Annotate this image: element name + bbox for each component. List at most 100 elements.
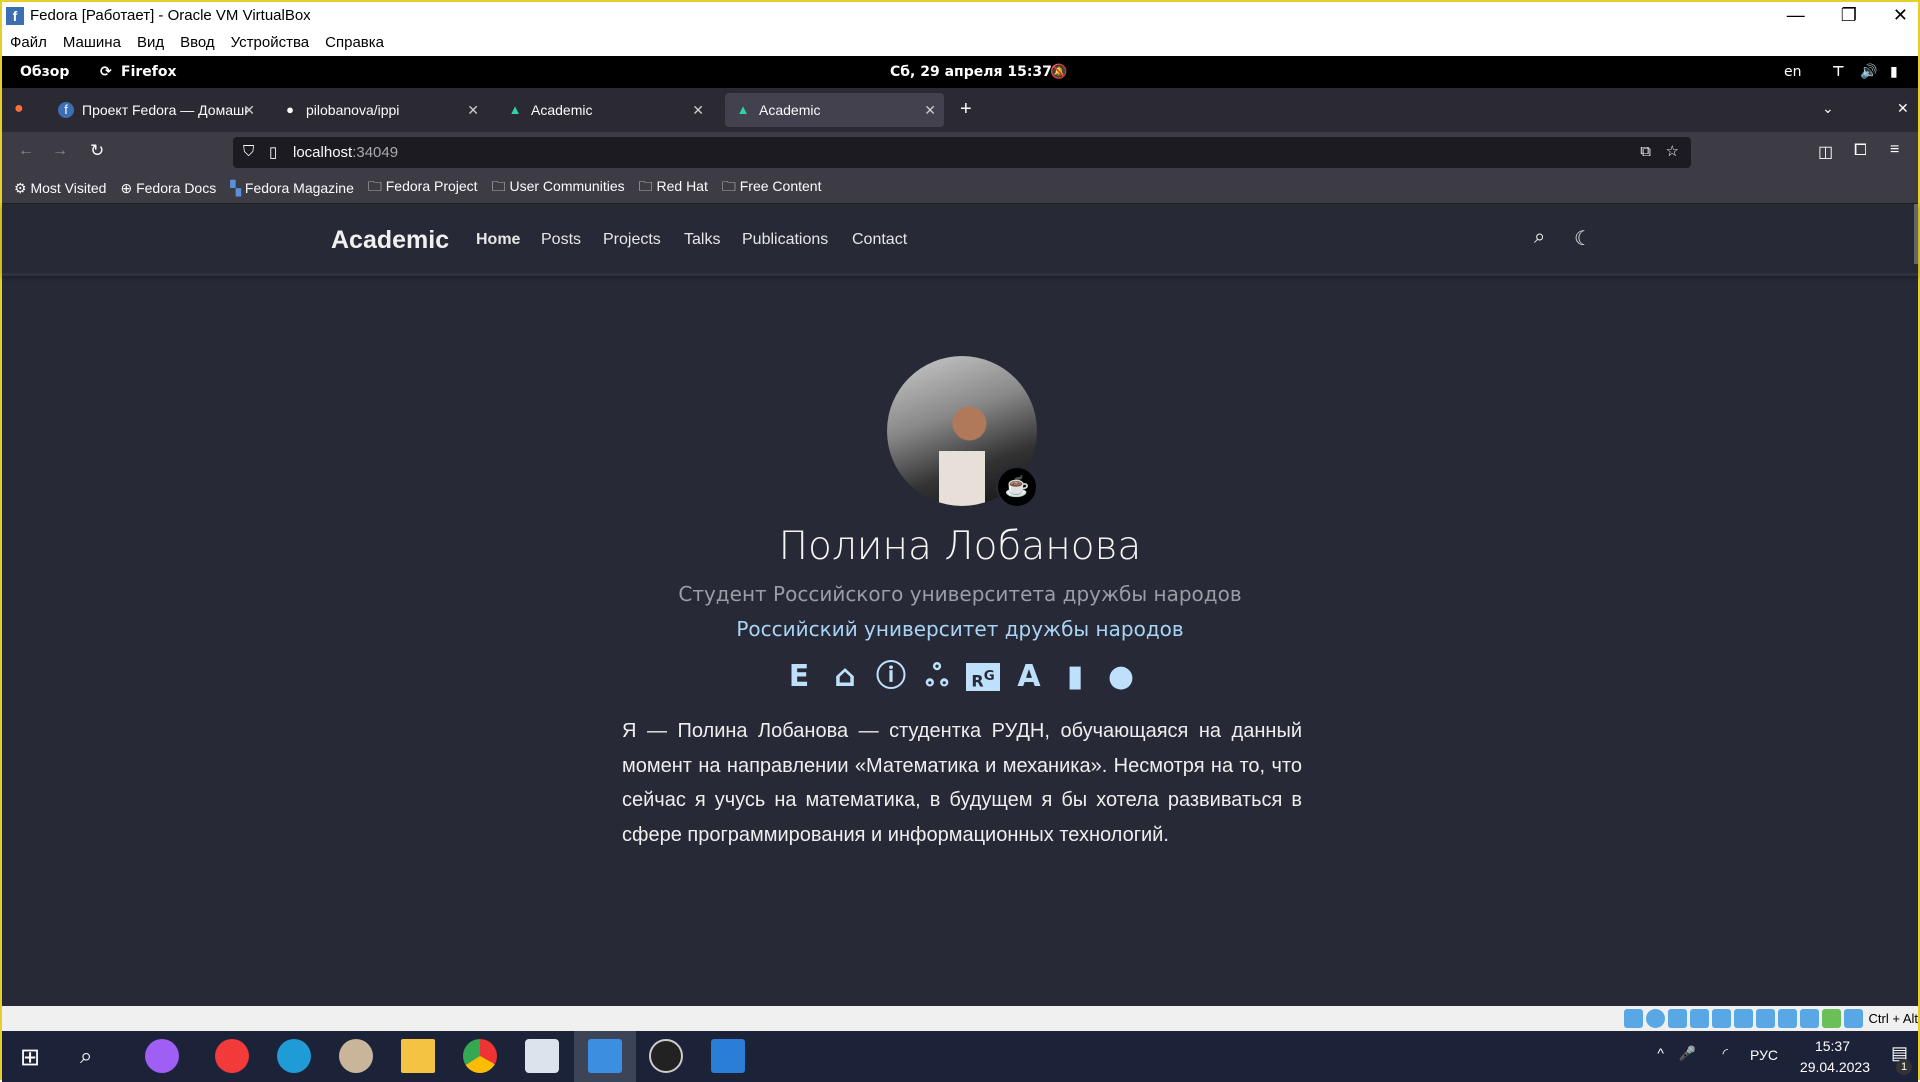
alice-icon[interactable]: [145, 1039, 179, 1073]
academia-icon[interactable]: A: [1012, 659, 1046, 695]
microphone-icon[interactable]: 🎤: [1679, 1045, 1696, 1062]
minimize-button[interactable]: —: [1787, 2, 1805, 29]
bell-muted-icon: 🔕: [1050, 64, 1068, 80]
nav-publications[interactable]: Publications: [742, 231, 828, 249]
profile-organization[interactable]: Российский университет дружбы народов: [2, 617, 1918, 641]
keyboard-language[interactable]: en: [1784, 64, 1802, 80]
menu-help[interactable]: Справка: [325, 34, 384, 51]
network-icon[interactable]: ⊤: [1832, 64, 1845, 80]
fedora-vm-taskbar-item[interactable]: [574, 1031, 636, 1082]
input-language[interactable]: РУС: [1750, 1047, 1778, 1063]
github-icon[interactable]: ●: [1104, 659, 1138, 695]
url-bar[interactable]: ⛉ ▯ localhost:34049 ⧉ ☆: [233, 137, 1691, 168]
yandex-browser-icon[interactable]: [215, 1039, 249, 1073]
guest-additions-icon[interactable]: [1821, 1009, 1841, 1028]
translate-icon[interactable]: ⧉: [1640, 143, 1651, 160]
photos-icon[interactable]: [711, 1039, 745, 1073]
search-icon[interactable]: ⌕: [1534, 226, 1545, 249]
list-tabs-icon[interactable]: ⌄: [1822, 100, 1834, 117]
tab-github[interactable]: ● pilobanova/ippi ✕: [272, 93, 487, 127]
menu-machine[interactable]: Машина: [63, 34, 121, 51]
profile-name: Полина Лобанова: [778, 524, 1142, 569]
paint-icon[interactable]: [339, 1039, 373, 1073]
shield-icon[interactable]: ⛉: [243, 143, 254, 160]
recording-icon[interactable]: [1777, 1009, 1797, 1028]
search-icon[interactable]: ⌕: [80, 1043, 92, 1069]
close-tab-icon[interactable]: ✕: [692, 102, 704, 119]
hard-disk-icon[interactable]: [1623, 1009, 1643, 1028]
audio-icon[interactable]: [1667, 1009, 1687, 1028]
window-title: Fedora [Работает] - Oracle VM VirtualBox: [30, 7, 311, 24]
dark-mode-moon-icon[interactable]: ☾: [1574, 226, 1592, 251]
close-button[interactable]: ✕: [1893, 2, 1908, 29]
windows-start-icon[interactable]: ⊞: [20, 1043, 40, 1072]
app-menu-icon[interactable]: ≡: [1890, 141, 1899, 159]
bookmark-star-icon[interactable]: ☆: [1666, 142, 1679, 160]
extensions-icon[interactable]: ⧠: [1854, 142, 1867, 160]
reload-icon[interactable]: ↻: [90, 141, 104, 161]
bookmark-folder-user-communities[interactable]: 🗀 User Communities: [492, 176, 625, 200]
display-icon[interactable]: [1755, 1009, 1775, 1028]
taskbar-date[interactable]: 29.04.2023: [1800, 1059, 1870, 1075]
email-icon[interactable]: E: [782, 659, 816, 695]
chrome-icon[interactable]: [463, 1039, 497, 1073]
notification-count: 1: [1896, 1059, 1912, 1075]
mouse-integration-icon[interactable]: [1843, 1009, 1863, 1028]
back-icon[interactable]: ←: [18, 142, 34, 160]
obs-icon[interactable]: [649, 1039, 683, 1073]
tab-academic-active[interactable]: ▲ Academic ✕: [725, 93, 944, 127]
close-tab-icon[interactable]: ✕: [243, 102, 255, 119]
wifi-icon[interactable]: ◜: [1723, 1045, 1728, 1062]
menu-devices[interactable]: Устройства: [231, 34, 309, 51]
mendeley-icon[interactable]: ஃ: [920, 659, 954, 695]
vt-x-icon[interactable]: [1799, 1009, 1819, 1028]
bookmark-folder-fedora-project[interactable]: 🗀 Fedora Project: [368, 176, 478, 200]
edge-icon[interactable]: [277, 1039, 311, 1073]
restore-button[interactable]: ❐: [1841, 2, 1857, 29]
google-scholar-icon[interactable]: ⌂: [828, 659, 862, 695]
new-tab-button[interactable]: +: [960, 98, 972, 121]
usb-icon[interactable]: [1711, 1009, 1731, 1028]
volume-icon[interactable]: 🔊: [1860, 64, 1877, 80]
nav-home[interactable]: Home: [476, 231, 520, 249]
nav-talks[interactable]: Talks: [684, 231, 720, 249]
battery-icon[interactable]: ▮: [1890, 64, 1898, 80]
tab-academic[interactable]: ▲ Academic ✕: [497, 93, 712, 127]
site-brand[interactable]: Academic: [331, 226, 449, 255]
virtualbox-icon[interactable]: [525, 1039, 559, 1073]
close-tab-icon[interactable]: ✕: [924, 102, 936, 119]
app-menu[interactable]: Firefox: [121, 64, 177, 80]
close-window-icon[interactable]: ✕: [1897, 100, 1909, 117]
shared-folders-icon[interactable]: [1733, 1009, 1753, 1028]
close-tab-icon[interactable]: ✕: [467, 102, 479, 119]
menu-view[interactable]: Вид: [137, 34, 164, 51]
firefox-icon[interactable]: ●: [14, 100, 24, 118]
bookmark-folder-free-content[interactable]: 🗀 Free Content: [722, 176, 822, 200]
researchgate-icon[interactable]: RG: [966, 663, 1000, 691]
pocket-icon[interactable]: ◫: [1818, 142, 1833, 162]
menu-input[interactable]: Ввод: [180, 34, 215, 51]
bookmark-fedora-docs[interactable]: ⊕ Fedora Docs: [120, 180, 216, 197]
menu-file[interactable]: Файл: [10, 34, 47, 51]
nav-projects[interactable]: Projects: [603, 231, 661, 249]
bookmark-fedora-magazine[interactable]: ▚ Fedora Magazine: [230, 180, 354, 197]
bookmarks-toolbar: ⚙ Most Visited ⊕ Fedora Docs ▚ Fedora Ma…: [2, 173, 1918, 204]
taskbar-time[interactable]: 15:37: [1815, 1038, 1850, 1054]
bookmark-folder-red-hat[interactable]: 🗀 Red Hat: [639, 176, 708, 200]
forward-icon[interactable]: →: [52, 142, 68, 160]
nav-posts[interactable]: Posts: [541, 231, 581, 249]
show-hidden-icons[interactable]: ^: [1657, 1045, 1664, 1061]
network-adapter-icon[interactable]: [1689, 1009, 1709, 1028]
cv-icon[interactable]: ▮: [1058, 659, 1092, 695]
tab-fedora[interactable]: fПроект Fedora — Домашняя✕: [48, 93, 263, 127]
activities-button[interactable]: Обзор: [20, 64, 69, 80]
orcid-icon[interactable]: ⓘ: [874, 659, 908, 695]
github-icon: ●: [286, 102, 294, 117]
nav-contact[interactable]: Contact: [852, 231, 907, 249]
optical-drive-icon[interactable]: [1645, 1009, 1665, 1028]
bookmark-most-visited[interactable]: ⚙ Most Visited: [14, 180, 106, 197]
file-explorer-icon[interactable]: [401, 1039, 435, 1073]
page-icon: ▯: [269, 144, 278, 161]
clock[interactable]: Сб, 29 апреля 15:37: [890, 64, 1052, 80]
scrollbar[interactable]: [1914, 204, 1918, 264]
